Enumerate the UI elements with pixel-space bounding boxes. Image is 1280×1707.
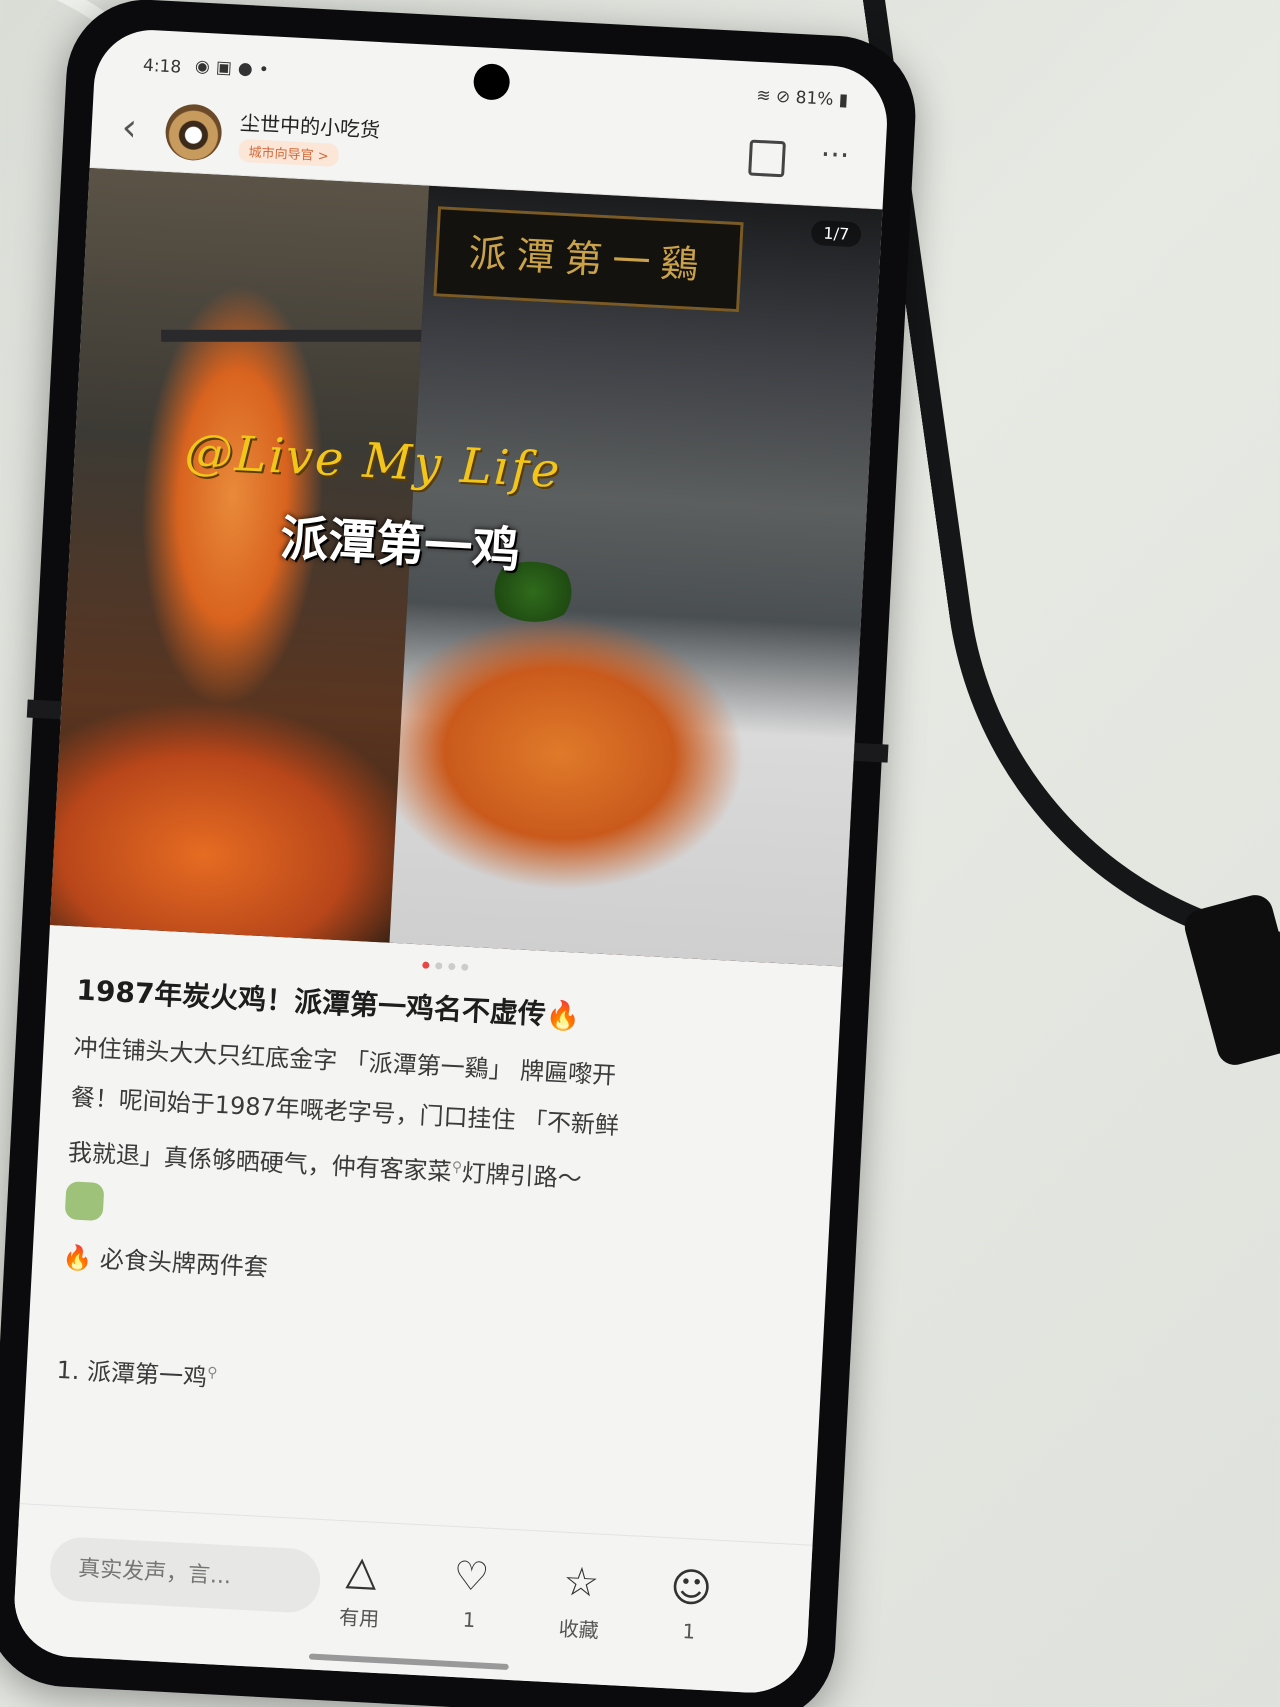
section-heading: 🔥 必食头牌两件套 [61,1243,269,1282]
phone-screen: 4:18 ◉▣●• ≋ ⊘ 81% ▮ ‹ 尘世中的小吃货 城市向导官 > ··… [11,27,890,1696]
collect-button[interactable]: ☆ 收藏 [533,1555,627,1645]
post-body: 冲住铺头大大只红底金字 「派潭第一鷄」 牌匾嚟开 餐！呢间始于1987年嘅老字号… [67,1022,810,1215]
front-camera [472,62,511,101]
author-tag[interactable]: 城市向导官 > [238,138,340,167]
notification-icons: ◉▣●• [194,56,276,81]
wifi-icon: ≋ ⊘ [755,85,797,108]
heart-icon: ♡ [452,1552,491,1601]
charger-plug [1180,891,1280,1069]
useful-label: 有用 [338,1605,380,1632]
status-right: ≋ ⊘ 81% ▮ [756,86,849,111]
useful-button[interactable]: △ 有用 [313,1544,407,1634]
useful-triangle-icon: △ [344,1547,379,1595]
gallery-dot[interactable] [461,963,469,971]
status-time: 4:18 [142,55,182,78]
collect-label: 收藏 [558,1616,600,1643]
black-cable [859,0,1280,1012]
gallery-dot[interactable] [448,962,456,971]
author-name[interactable]: 尘世中的小吃货 [239,107,381,143]
post-content: 1987年炭火鸡！派潭第一鸡名不虚传🔥 冲住铺头大大只红底金字 「派潭第一鷄」 … [26,955,841,1425]
search-link-icon[interactable]: ⚲ [207,1365,218,1382]
author-avatar[interactable] [164,102,224,162]
bottom-action-bar: △ 有用 ♡ 1 ☆ 收藏 ☺ 1 [11,1503,813,1696]
battery-icon: ▮ [832,89,849,111]
restaurant-sign: 派潭第一鷄 [433,206,744,313]
list-item: 1. 派潭第一鸡⚲ [56,1350,793,1423]
battery-level: 81% [795,87,834,110]
more-icon[interactable]: ··· [820,137,850,173]
share-icon[interactable] [748,139,786,178]
comment-button[interactable]: ☺ 1 [643,1561,737,1646]
phone: 4:18 ◉▣●• ≋ ⊘ 81% ▮ ‹ 尘世中的小吃货 城市向导官 > ··… [0,0,920,1707]
comment-icon: ☺ [669,1564,714,1613]
emoji-sticker-icon [64,1181,105,1222]
like-button[interactable]: ♡ 1 [424,1550,518,1635]
body-line-text: 灯牌引路～ [461,1158,583,1194]
home-indicator[interactable] [308,1653,509,1670]
gallery-counter: 1/7 [810,219,862,248]
comment-input[interactable] [48,1535,322,1614]
star-icon: ☆ [562,1558,601,1607]
image-gallery[interactable]: 派潭第一鷄 1/7 @Live My Life 派潭第一鸡 [49,167,883,967]
body-line-text: 我就退」真係够晒硬气，仲有客家菜 [67,1138,453,1187]
comment-count: 1 [681,1619,696,1644]
back-arrow-icon[interactable]: ‹ [121,105,138,150]
gallery-dot[interactable] [422,961,430,969]
gallery-dot[interactable] [435,962,443,970]
image-overlay-title: 派潭第一鸡 [279,510,522,580]
list-item-text: 1. 派潭第一鸡 [55,1355,208,1392]
chopstick [161,329,462,342]
like-count: 1 [462,1607,477,1633]
